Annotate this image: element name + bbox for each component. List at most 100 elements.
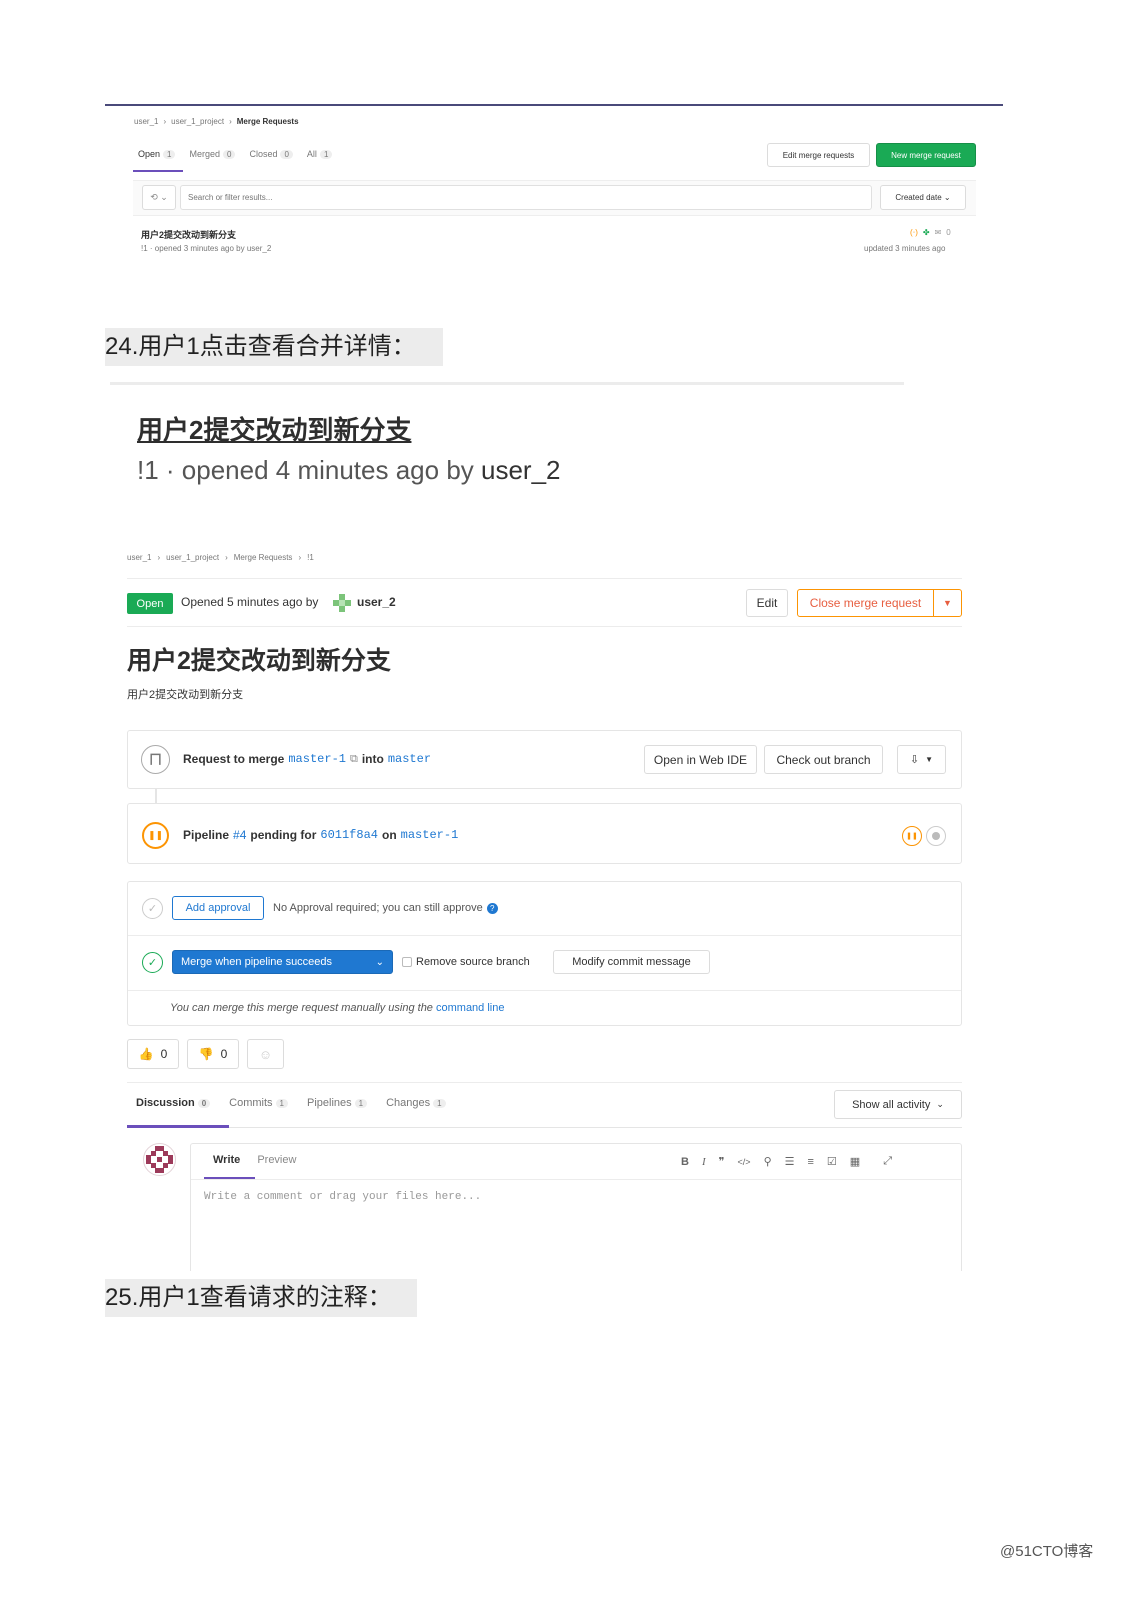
- target-branch-link[interactable]: master: [388, 752, 431, 766]
- thumbs-up-icon: 👍: [138, 1047, 154, 1061]
- activity-filter-label: Show all activity: [852, 1098, 931, 1111]
- write-tab[interactable]: Write: [213, 1154, 240, 1166]
- search-input[interactable]: [180, 185, 872, 210]
- breadcrumb-item[interactable]: Merge Requests: [237, 117, 299, 126]
- copy-branch-icon[interactable]: ⧉: [350, 753, 358, 766]
- sort-dropdown[interactable]: Created date ⌄: [880, 185, 966, 210]
- tabs-bottom-rule: [127, 1127, 962, 1128]
- chevron-down-icon: ⌄: [375, 956, 384, 968]
- editor-tabs: Write Preview: [213, 1154, 296, 1166]
- link-icon[interactable]: ⚲: [764, 1155, 772, 1168]
- active-tab-underline: [133, 170, 183, 172]
- breadcrumb-item[interactable]: user_1: [127, 553, 151, 562]
- close-merge-request-button[interactable]: Close merge request: [797, 589, 934, 617]
- author-name[interactable]: user_2: [357, 595, 396, 609]
- open-web-ide-button[interactable]: Open in Web IDE: [644, 745, 757, 774]
- zoom-meta-prefix: !1 · opened 4 minutes ago by: [137, 455, 482, 485]
- command-line-link[interactable]: command line: [436, 1002, 504, 1014]
- breadcrumb-item[interactable]: !1: [307, 553, 314, 562]
- author-avatar[interactable]: [333, 594, 351, 612]
- markdown-toolbar: B I ❞ </> ⚲ ☰ ≡ ☑ ▦ ⤢: [681, 1155, 892, 1168]
- detail-header-top-rule: [127, 578, 962, 579]
- edit-button[interactable]: Edit: [746, 589, 788, 617]
- mr-item-meta: !1 · opened 3 minutes ago by user_2: [141, 244, 272, 253]
- merge-request-line: Request to merge master-1 ⧉ into master: [183, 752, 431, 766]
- approval-check-icon: ✓: [142, 898, 163, 919]
- tab-all[interactable]: All 1: [307, 149, 333, 159]
- request-prefix: Request to merge: [183, 752, 285, 766]
- check-out-branch-button[interactable]: Check out branch: [764, 745, 883, 774]
- table-icon[interactable]: ▦: [850, 1155, 860, 1168]
- caret-down-icon: ▼: [943, 598, 952, 608]
- zoom-meta-author[interactable]: user_2: [481, 455, 561, 485]
- comment-placeholder[interactable]: Write a comment or drag your files here.…: [204, 1191, 481, 1203]
- detail-breadcrumb: user_1 › user_1_project › Merge Requests › …: [127, 553, 314, 562]
- breadcrumb-item[interactable]: user_1_project: [171, 117, 224, 126]
- recent-searches-button[interactable]: ⟲ ⌄: [142, 185, 176, 210]
- tab-pipelines[interactable]: Pipelines 1: [307, 1097, 368, 1109]
- pipeline-line: Pipeline #4 pending for 6011f8a4 on mast…: [183, 828, 458, 842]
- help-icon[interactable]: ?: [486, 902, 498, 914]
- quote-icon[interactable]: ❞: [719, 1155, 725, 1168]
- opened-text: Opened 5 minutes ago by: [181, 595, 319, 609]
- user-avatar[interactable]: [143, 1143, 176, 1176]
- manual-merge-label: You can merge this merge request manuall…: [170, 1002, 433, 1014]
- tab-open[interactable]: Open 1: [138, 149, 176, 159]
- approval-text: No Approval required; you can still appr…: [273, 902, 498, 914]
- tab-merged[interactable]: Merged 0: [189, 149, 236, 159]
- breadcrumb-item[interactable]: user_1_project: [166, 553, 219, 562]
- pipeline-pending-icon[interactable]: ❚❚: [142, 822, 169, 849]
- remove-source-checkbox[interactable]: [402, 957, 412, 967]
- merge-separator: [128, 990, 961, 991]
- pipeline-branch-link[interactable]: master-1: [401, 828, 459, 842]
- merge-box-connector: [155, 789, 157, 803]
- mr-item-status: (⋅) ✤ ✉ 0: [910, 228, 951, 237]
- modify-commit-message-button[interactable]: Modify commit message: [553, 950, 710, 974]
- pipeline-id-link[interactable]: #4: [233, 828, 246, 842]
- tab-commits[interactable]: Commits 1: [229, 1097, 288, 1109]
- pipeline-on-word: on: [381, 828, 397, 842]
- zoom-title[interactable]: 用户2提交改动到新分支: [137, 410, 411, 447]
- bullet-list-icon[interactable]: ☰: [785, 1155, 795, 1168]
- mr-title: 用户2提交改动到新分支: [127, 647, 391, 675]
- detail-header-bottom-rule: [127, 626, 962, 627]
- close-options-dropdown[interactable]: ▼: [933, 589, 962, 617]
- list-tabs: Open 1 Merged 0 Closed 0 All 1: [138, 149, 333, 159]
- merge-request-icon: ⊓: [141, 745, 170, 774]
- mr-item-title[interactable]: 用户2提交改动到新分支: [141, 228, 236, 241]
- new-merge-request-button[interactable]: New merge request: [876, 143, 976, 167]
- add-reaction-button[interactable]: ☺: [247, 1039, 284, 1069]
- watermark: @51CTO博客: [1000, 1543, 1094, 1560]
- activity-filter-dropdown[interactable]: Show all activity ⌄: [834, 1090, 962, 1119]
- code-icon[interactable]: </>: [738, 1157, 751, 1167]
- fullscreen-icon[interactable]: ⤢: [883, 1155, 892, 1168]
- thumbs-down-button[interactable]: 👎 0: [187, 1039, 239, 1069]
- commit-sha-link[interactable]: 6011f8a4: [320, 828, 378, 842]
- thumbs-up-button[interactable]: 👍 0: [127, 1039, 179, 1069]
- stage-created-icon[interactable]: [926, 826, 946, 846]
- add-approval-button[interactable]: Add approval: [172, 896, 264, 920]
- caret-down-icon: ▼: [925, 755, 934, 764]
- tab-changes[interactable]: Changes 1: [386, 1097, 446, 1109]
- numbered-list-icon[interactable]: ≡: [808, 1156, 814, 1168]
- tab-discussion[interactable]: Discussion 0: [136, 1097, 211, 1109]
- download-dropdown[interactable]: ⇩ ▼: [897, 745, 946, 774]
- breadcrumb-item[interactable]: user_1: [134, 117, 158, 126]
- smiley-icon: ☺: [258, 1046, 273, 1062]
- pipeline-pending-icon[interactable]: (⋅): [910, 228, 918, 237]
- active-tab-underline: [127, 1125, 229, 1128]
- stage-pending-icon[interactable]: ❚❚: [902, 826, 922, 846]
- edit-merge-requests-button[interactable]: Edit merge requests: [767, 143, 870, 167]
- tab-closed[interactable]: Closed 0: [249, 149, 293, 159]
- remove-source-branch[interactable]: Remove source branch: [402, 956, 530, 968]
- thumbs-down-icon: 👎: [198, 1047, 214, 1061]
- zoom-meta: !1 · opened 4 minutes ago by user_2: [137, 455, 561, 486]
- merge-button-label: Merge when pipeline succeeds: [181, 956, 333, 968]
- merge-when-pipeline-succeeds-button[interactable]: Merge when pipeline succeeds ⌄: [172, 950, 393, 974]
- italic-icon[interactable]: I: [702, 1156, 706, 1168]
- task-list-icon[interactable]: ☑: [827, 1155, 837, 1168]
- breadcrumb-item[interactable]: Merge Requests: [234, 553, 293, 562]
- preview-tab[interactable]: Preview: [257, 1154, 296, 1166]
- bold-icon[interactable]: B: [681, 1156, 689, 1168]
- source-branch-link[interactable]: master-1: [288, 752, 346, 766]
